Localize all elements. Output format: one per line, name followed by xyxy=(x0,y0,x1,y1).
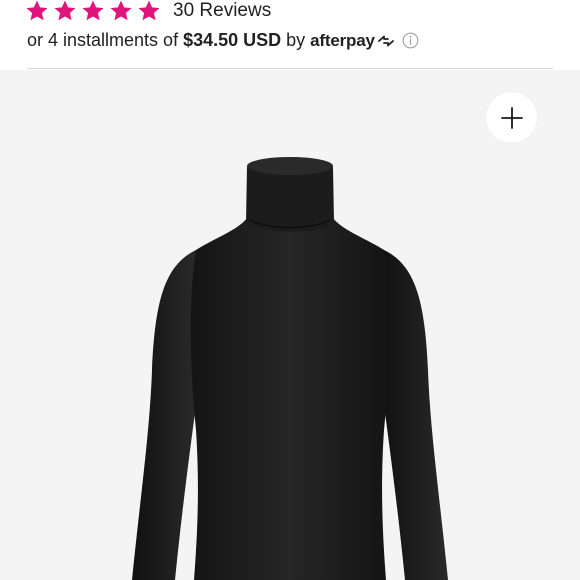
afterpay-arrows-icon xyxy=(377,35,394,46)
reviews-link[interactable]: 30 Reviews xyxy=(173,0,271,22)
product-image-gallery[interactable] xyxy=(0,70,580,580)
zoom-button[interactable] xyxy=(486,92,537,143)
star-icon xyxy=(26,0,48,21)
info-icon[interactable] xyxy=(402,32,419,49)
installments-prefix: or 4 installments of xyxy=(27,30,179,50)
star-icon xyxy=(82,0,104,21)
star-icon xyxy=(110,0,132,21)
installment-amount: $34.50 USD xyxy=(183,30,282,50)
afterpay-logo: afterpay xyxy=(310,31,396,51)
star-icon xyxy=(138,0,160,21)
star-icon xyxy=(54,0,76,21)
star-rating xyxy=(25,0,161,23)
installments-message: or 4 installments of $34.50 USD by after… xyxy=(27,30,419,51)
plus-icon xyxy=(500,106,523,129)
afterpay-wordmark: afterpay xyxy=(310,30,375,50)
product-page: 30 Reviews or 4 installments of $34.50 U… xyxy=(0,0,580,580)
section-divider xyxy=(27,68,553,69)
installments-by: by xyxy=(286,30,306,50)
product-image xyxy=(0,70,580,580)
rating-row: 30 Reviews xyxy=(25,0,271,28)
